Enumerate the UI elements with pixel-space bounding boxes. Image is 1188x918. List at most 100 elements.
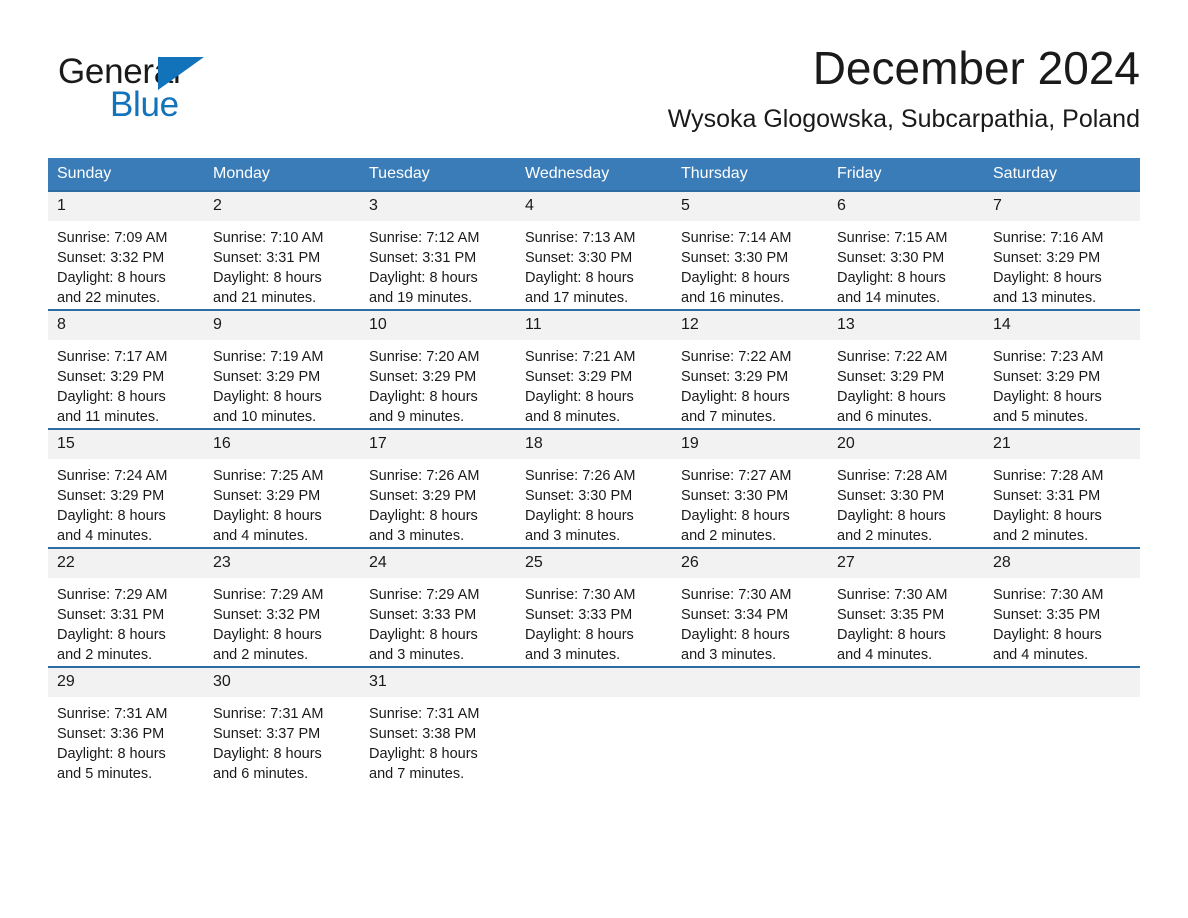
sunrise-text: Sunrise: 7:30 AM <box>525 587 636 603</box>
day-cell[interactable]: 9 Sunrise: 7:19 AM Sunset: 3:29 PM Dayli… <box>204 309 360 429</box>
day-details: Sunrise: 7:29 AM Sunset: 3:32 PM Dayligh… <box>204 578 360 665</box>
daylight-text-line1: Daylight: 8 hours <box>57 627 166 643</box>
day-number: 10 <box>360 311 516 340</box>
day-cell[interactable]: 1 Sunrise: 7:09 AM Sunset: 3:32 PM Dayli… <box>48 190 204 310</box>
sunrise-text: Sunrise: 7:26 AM <box>525 468 636 484</box>
day-number: 21 <box>984 430 1140 459</box>
day-number: 18 <box>516 430 672 459</box>
day-cell[interactable]: 8 Sunrise: 7:17 AM Sunset: 3:29 PM Dayli… <box>48 309 204 429</box>
day-cell[interactable]: 24 Sunrise: 7:29 AM Sunset: 3:33 PM Dayl… <box>360 547 516 667</box>
day-cell[interactable]: 6 Sunrise: 7:15 AM Sunset: 3:30 PM Dayli… <box>828 190 984 310</box>
day-cell[interactable]: 16 Sunrise: 7:25 AM Sunset: 3:29 PM Dayl… <box>204 428 360 548</box>
day-cell[interactable]: 3 Sunrise: 7:12 AM Sunset: 3:31 PM Dayli… <box>360 190 516 310</box>
day-cell[interactable]: 11 Sunrise: 7:21 AM Sunset: 3:29 PM Dayl… <box>516 309 672 429</box>
day-number <box>828 668 984 697</box>
empty-day-cell <box>516 666 672 785</box>
day-details: Sunrise: 7:16 AM Sunset: 3:29 PM Dayligh… <box>984 221 1140 308</box>
sunset-text: Sunset: 3:29 PM <box>993 369 1101 385</box>
table-row: 29 Sunrise: 7:31 AM Sunset: 3:36 PM Dayl… <box>48 666 1140 785</box>
sunrise-text: Sunrise: 7:15 AM <box>837 230 948 246</box>
sunset-text: Sunset: 3:38 PM <box>369 726 477 742</box>
day-cell[interactable]: 2 Sunrise: 7:10 AM Sunset: 3:31 PM Dayli… <box>204 190 360 310</box>
weekday-header-row: Sunday Monday Tuesday Wednesday Thursday… <box>48 158 1140 191</box>
daylight-text-line1: Daylight: 8 hours <box>525 270 634 286</box>
day-cell[interactable]: 26 Sunrise: 7:30 AM Sunset: 3:34 PM Dayl… <box>672 547 828 667</box>
day-cell[interactable]: 14 Sunrise: 7:23 AM Sunset: 3:29 PM Dayl… <box>984 309 1140 429</box>
day-cell[interactable]: 31 Sunrise: 7:31 AM Sunset: 3:38 PM Dayl… <box>360 666 516 785</box>
day-cell[interactable]: 10 Sunrise: 7:20 AM Sunset: 3:29 PM Dayl… <box>360 309 516 429</box>
daylight-text-line2: and 13 minutes. <box>993 290 1097 306</box>
day-cell[interactable]: 13 Sunrise: 7:22 AM Sunset: 3:29 PM Dayl… <box>828 309 984 429</box>
sunrise-text: Sunrise: 7:10 AM <box>213 230 324 246</box>
table-row: 8 Sunrise: 7:17 AM Sunset: 3:29 PM Dayli… <box>48 309 1140 429</box>
sunrise-text: Sunrise: 7:29 AM <box>57 587 168 603</box>
day-cell[interactable]: 30 Sunrise: 7:31 AM Sunset: 3:37 PM Dayl… <box>204 666 360 785</box>
calendar-page: General Blue December 2024 Wysoka Glogow… <box>0 0 1188 918</box>
day-number: 14 <box>984 311 1140 340</box>
day-number: 6 <box>828 192 984 221</box>
daylight-text-line1: Daylight: 8 hours <box>837 627 946 643</box>
day-cell[interactable]: 29 Sunrise: 7:31 AM Sunset: 3:36 PM Dayl… <box>48 666 204 785</box>
day-cell[interactable]: 19 Sunrise: 7:27 AM Sunset: 3:30 PM Dayl… <box>672 428 828 548</box>
daylight-text-line1: Daylight: 8 hours <box>681 270 790 286</box>
day-details: Sunrise: 7:28 AM Sunset: 3:30 PM Dayligh… <box>828 459 984 546</box>
daylight-text-line1: Daylight: 8 hours <box>525 508 634 524</box>
sunset-text: Sunset: 3:37 PM <box>213 726 321 742</box>
day-cell[interactable]: 28 Sunrise: 7:30 AM Sunset: 3:35 PM Dayl… <box>984 547 1140 667</box>
title-block: December 2024 Wysoka Glogowska, Subcarpa… <box>668 40 1140 136</box>
day-details: Sunrise: 7:30 AM Sunset: 3:34 PM Dayligh… <box>672 578 828 665</box>
day-cell[interactable]: 21 Sunrise: 7:28 AM Sunset: 3:31 PM Dayl… <box>984 428 1140 548</box>
day-cell[interactable]: 17 Sunrise: 7:26 AM Sunset: 3:29 PM Dayl… <box>360 428 516 548</box>
day-details: Sunrise: 7:28 AM Sunset: 3:31 PM Dayligh… <box>984 459 1140 546</box>
daylight-text-line2: and 3 minutes. <box>681 647 777 663</box>
day-details: Sunrise: 7:17 AM Sunset: 3:29 PM Dayligh… <box>48 340 204 427</box>
sunrise-sunset-calendar-table: Sunday Monday Tuesday Wednesday Thursday… <box>48 158 1140 785</box>
daylight-text-line1: Daylight: 8 hours <box>525 627 634 643</box>
daylight-text-line1: Daylight: 8 hours <box>57 746 166 762</box>
day-details: Sunrise: 7:27 AM Sunset: 3:30 PM Dayligh… <box>672 459 828 546</box>
daylight-text-line1: Daylight: 8 hours <box>57 389 166 405</box>
day-cell[interactable]: 25 Sunrise: 7:30 AM Sunset: 3:33 PM Dayl… <box>516 547 672 667</box>
day-cell[interactable]: 23 Sunrise: 7:29 AM Sunset: 3:32 PM Dayl… <box>204 547 360 667</box>
sunset-text: Sunset: 3:29 PM <box>57 369 165 385</box>
daylight-text-line2: and 10 minutes. <box>213 409 317 425</box>
day-cell[interactable]: 22 Sunrise: 7:29 AM Sunset: 3:31 PM Dayl… <box>48 547 204 667</box>
day-details: Sunrise: 7:30 AM Sunset: 3:35 PM Dayligh… <box>828 578 984 665</box>
daylight-text-line2: and 4 minutes. <box>57 528 153 544</box>
sunset-text: Sunset: 3:35 PM <box>993 607 1101 623</box>
daylight-text-line1: Daylight: 8 hours <box>369 508 478 524</box>
page-title: December 2024 <box>812 42 1140 94</box>
empty-day-cell <box>672 666 828 785</box>
daylight-text-line1: Daylight: 8 hours <box>837 508 946 524</box>
day-details: Sunrise: 7:31 AM Sunset: 3:38 PM Dayligh… <box>360 697 516 784</box>
sunset-text: Sunset: 3:29 PM <box>57 488 165 504</box>
day-number: 3 <box>360 192 516 221</box>
sunset-text: Sunset: 3:30 PM <box>681 250 789 266</box>
day-cell[interactable]: 7 Sunrise: 7:16 AM Sunset: 3:29 PM Dayli… <box>984 190 1140 310</box>
daylight-text-line1: Daylight: 8 hours <box>213 270 322 286</box>
sunset-text: Sunset: 3:33 PM <box>369 607 477 623</box>
column-header-sunday: Sunday <box>48 158 204 191</box>
daylight-text-line2: and 6 minutes. <box>837 409 933 425</box>
day-cell[interactable]: 5 Sunrise: 7:14 AM Sunset: 3:30 PM Dayli… <box>672 190 828 310</box>
column-header-wednesday: Wednesday <box>516 158 672 191</box>
day-details: Sunrise: 7:09 AM Sunset: 3:32 PM Dayligh… <box>48 221 204 308</box>
sunset-text: Sunset: 3:29 PM <box>837 369 945 385</box>
daylight-text-line2: and 7 minutes. <box>369 766 465 782</box>
day-cell[interactable]: 12 Sunrise: 7:22 AM Sunset: 3:29 PM Dayl… <box>672 309 828 429</box>
daylight-text-line1: Daylight: 8 hours <box>681 389 790 405</box>
day-number: 23 <box>204 549 360 578</box>
sunrise-text: Sunrise: 7:30 AM <box>993 587 1104 603</box>
day-cell[interactable]: 18 Sunrise: 7:26 AM Sunset: 3:30 PM Dayl… <box>516 428 672 548</box>
day-details: Sunrise: 7:13 AM Sunset: 3:30 PM Dayligh… <box>516 221 672 308</box>
day-cell[interactable]: 27 Sunrise: 7:30 AM Sunset: 3:35 PM Dayl… <box>828 547 984 667</box>
general-blue-logo[interactable]: General Blue <box>58 52 258 132</box>
day-cell[interactable]: 20 Sunrise: 7:28 AM Sunset: 3:30 PM Dayl… <box>828 428 984 548</box>
daylight-text-line2: and 8 minutes. <box>525 409 621 425</box>
daylight-text-line2: and 2 minutes. <box>213 647 309 663</box>
day-cell[interactable]: 15 Sunrise: 7:24 AM Sunset: 3:29 PM Dayl… <box>48 428 204 548</box>
sunrise-text: Sunrise: 7:31 AM <box>57 706 168 722</box>
day-details: Sunrise: 7:31 AM Sunset: 3:37 PM Dayligh… <box>204 697 360 784</box>
day-cell[interactable]: 4 Sunrise: 7:13 AM Sunset: 3:30 PM Dayli… <box>516 190 672 310</box>
day-number: 4 <box>516 192 672 221</box>
